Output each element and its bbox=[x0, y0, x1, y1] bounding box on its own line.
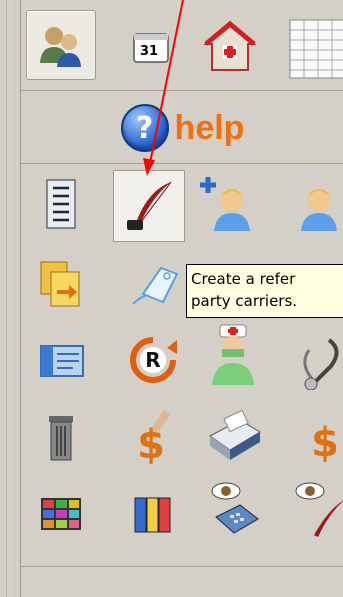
eye-phone-icon bbox=[211, 482, 259, 534]
eye-pen-button[interactable] bbox=[279, 472, 343, 548]
help-bar[interactable]: ? help bbox=[21, 93, 343, 164]
spreadsheet-icon bbox=[289, 19, 343, 79]
doctor-icon bbox=[212, 324, 254, 385]
svg-text:R: R bbox=[145, 348, 160, 372]
spreadsheet-button[interactable] bbox=[276, 12, 343, 80]
add-patient-icon bbox=[200, 177, 250, 231]
color-grid-icon bbox=[41, 498, 81, 530]
label-tag-icon bbox=[132, 266, 179, 305]
label-tag-button[interactable] bbox=[113, 246, 193, 322]
tooltip-line-1: Create a refer bbox=[191, 270, 296, 288]
dollar-button[interactable]: $ bbox=[279, 398, 343, 474]
left-scroll-strip bbox=[0, 0, 15, 597]
calendar-day: 31 bbox=[140, 44, 158, 59]
eye-pen-icon bbox=[295, 482, 343, 537]
registered-refresh-icon: R bbox=[130, 337, 177, 383]
dollar-icon: $ bbox=[311, 420, 339, 466]
users-group-button[interactable] bbox=[26, 10, 96, 80]
icon-grid: R $ $ bbox=[21, 166, 343, 567]
color-grid-button[interactable] bbox=[21, 476, 101, 552]
trash-button[interactable] bbox=[21, 398, 101, 474]
patient-icon bbox=[301, 189, 337, 231]
hospital-button[interactable] bbox=[196, 12, 264, 80]
quill-pen-icon bbox=[127, 181, 172, 230]
question-circle-icon: ? bbox=[120, 104, 169, 152]
tooltip: Create a refer party carriers. bbox=[186, 264, 343, 318]
svg-text:$: $ bbox=[137, 422, 165, 466]
fax-printer-icon bbox=[209, 409, 261, 460]
quill-pen-button[interactable] bbox=[113, 170, 185, 242]
registered-refresh-button[interactable]: R bbox=[113, 322, 193, 398]
patient-button[interactable] bbox=[279, 166, 343, 242]
trash-can-icon bbox=[49, 416, 73, 461]
fax-printer-button[interactable] bbox=[193, 398, 273, 474]
stethoscope-icon bbox=[303, 338, 339, 390]
id-card-button[interactable] bbox=[21, 322, 101, 398]
color-columns-icon bbox=[134, 497, 171, 533]
users-group-icon bbox=[40, 27, 81, 67]
dollar-motion-icon: $ bbox=[137, 409, 171, 466]
hospital-house-icon bbox=[203, 20, 257, 71]
list-document-icon bbox=[46, 179, 76, 229]
calendar-icon: 31 bbox=[133, 33, 169, 63]
dollar-motion-button[interactable]: $ bbox=[113, 398, 193, 474]
documents-transfer-icon bbox=[40, 261, 80, 307]
eye-phone-button[interactable] bbox=[193, 472, 273, 548]
tooltip-line-2: party carriers. bbox=[191, 292, 298, 310]
help-label: help bbox=[174, 108, 245, 147]
add-patient-button[interactable] bbox=[187, 166, 267, 242]
calendar-button[interactable]: 31 bbox=[116, 12, 184, 80]
stethoscope-button[interactable] bbox=[279, 322, 343, 398]
top-toolbar: 31 bbox=[21, 0, 343, 91]
svg-text:$: $ bbox=[311, 420, 339, 466]
doctor-button[interactable] bbox=[193, 316, 273, 392]
documents-transfer-button[interactable] bbox=[21, 246, 101, 322]
color-columns-button[interactable] bbox=[113, 476, 193, 552]
list-document-button[interactable] bbox=[21, 166, 101, 242]
id-card-icon bbox=[40, 345, 84, 377]
